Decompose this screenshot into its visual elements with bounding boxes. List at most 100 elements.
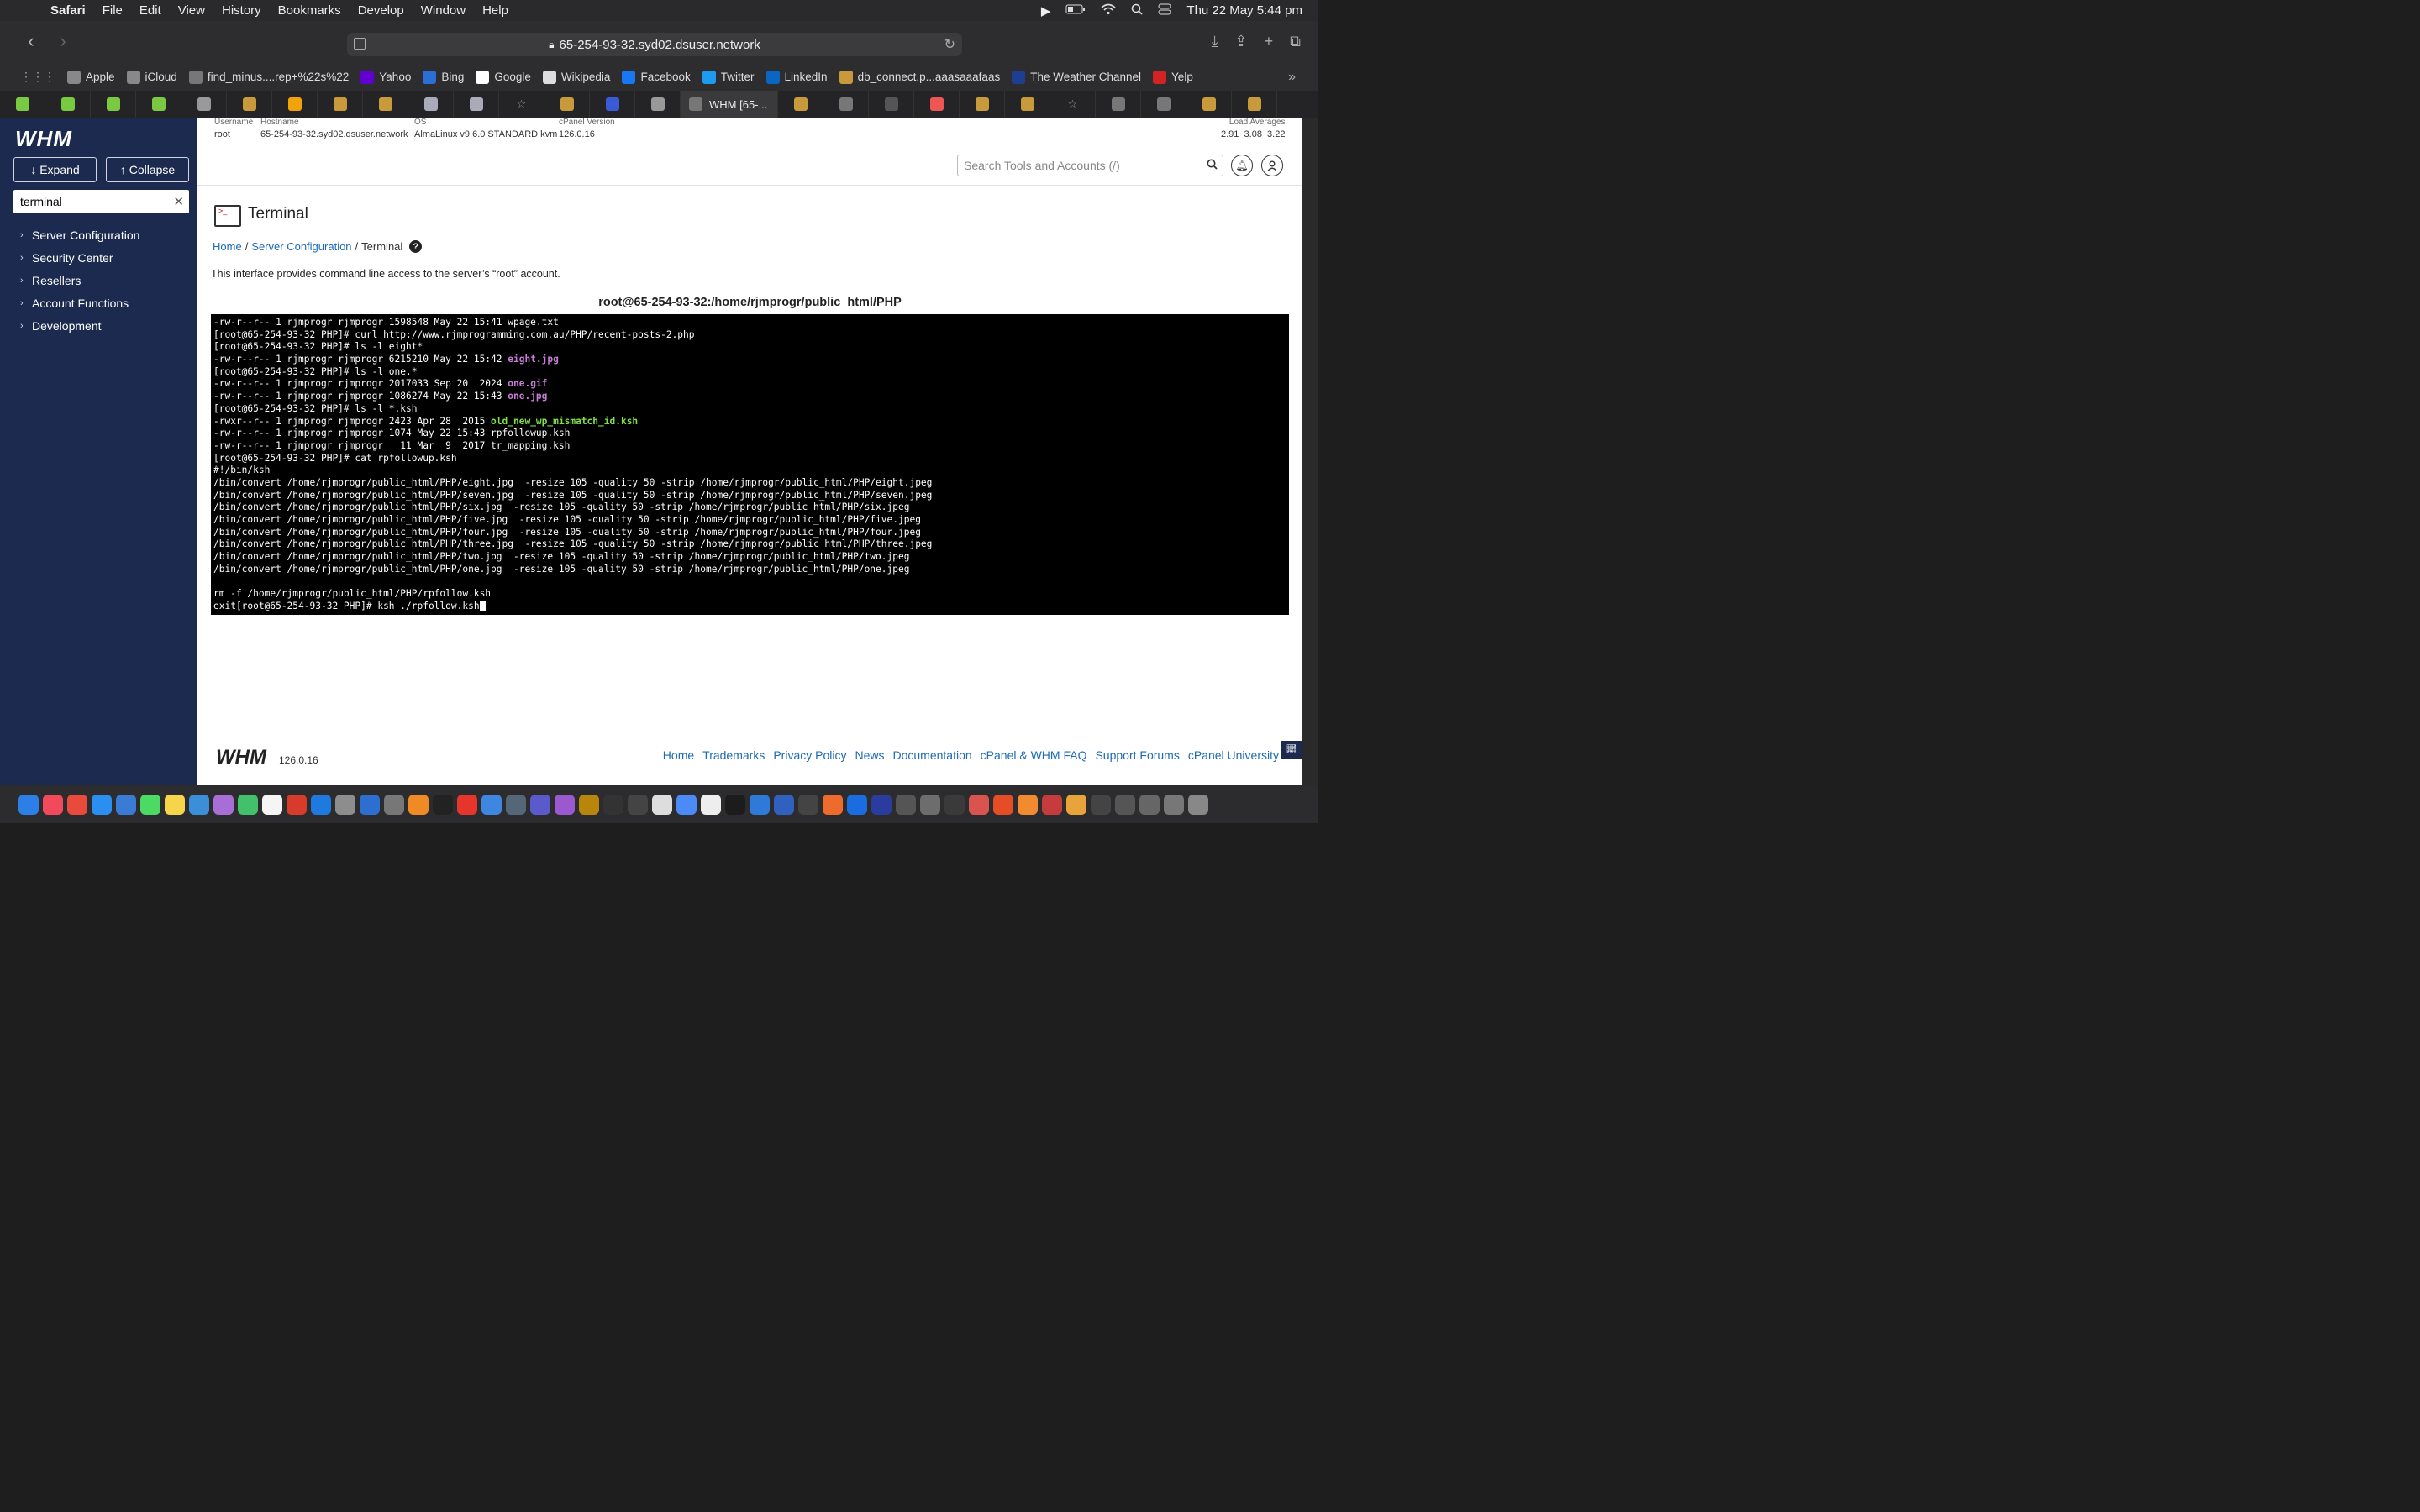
clear-icon[interactable]: ✕ (173, 194, 184, 209)
tab[interactable]: ☆ (1050, 91, 1096, 118)
footer-link-5[interactable]: cPanel & WHM FAQ (981, 748, 1087, 762)
bookmark-4[interactable]: Bing (423, 70, 464, 84)
dock-app-icon[interactable] (18, 794, 39, 815)
bookmark-7[interactable]: Facebook (622, 70, 691, 84)
menu-history[interactable]: History (222, 3, 261, 18)
new-tab-icon[interactable]: + (1265, 33, 1274, 50)
menu-help[interactable]: Help (482, 3, 508, 18)
dock-app-icon[interactable] (823, 794, 843, 815)
bookmark-5[interactable]: Google (476, 70, 531, 84)
bookmark-3[interactable]: Yahoo (360, 70, 411, 84)
help-icon[interactable]: ? (409, 240, 423, 253)
dock-app-icon[interactable] (1018, 794, 1038, 815)
tab[interactable] (454, 91, 499, 118)
tab[interactable] (590, 91, 635, 118)
tab[interactable] (914, 91, 960, 118)
bookmark-11[interactable]: The Weather Channel (1012, 70, 1141, 84)
menu-file[interactable]: File (103, 3, 123, 18)
breadcrumb-home[interactable]: Home (213, 240, 242, 253)
dock-app-icon[interactable] (579, 794, 599, 815)
menu-window[interactable]: Window (421, 3, 466, 18)
dock-app-icon[interactable] (969, 794, 989, 815)
dock-app-icon[interactable] (116, 794, 136, 815)
bookmark-1[interactable]: iCloud (126, 70, 177, 84)
tab[interactable] (136, 91, 182, 118)
tab[interactable] (408, 91, 454, 118)
footer-link-6[interactable]: Support Forums (1095, 748, 1179, 762)
dock-app-icon[interactable] (798, 794, 818, 815)
wifi-icon[interactable] (1101, 3, 1116, 18)
tab[interactable] (318, 91, 363, 118)
menu-view[interactable]: View (178, 3, 205, 18)
dock-app-icon[interactable] (944, 794, 965, 815)
search-icon[interactable] (1207, 159, 1218, 172)
tab[interactable] (45, 91, 91, 118)
dock-app-icon[interactable] (774, 794, 794, 815)
grid-icon[interactable]: ⋮⋮⋮ (20, 70, 55, 84)
terminal-console[interactable]: -rw-r--r-- 1 rjmprogr rjmprogr 1598548 M… (211, 314, 1289, 615)
footer-link-3[interactable]: News (855, 748, 884, 762)
tab[interactable] (1141, 91, 1186, 118)
dock-app-icon[interactable] (506, 794, 526, 815)
dock-app-icon[interactable] (920, 794, 940, 815)
collapse-button[interactable]: ↑ Collapse (106, 157, 189, 182)
dock-app-icon[interactable] (140, 794, 160, 815)
tab[interactable] (778, 91, 823, 118)
tab[interactable] (869, 91, 914, 118)
dock-app-icon[interactable] (457, 794, 477, 815)
dock-app-icon[interactable] (1115, 794, 1135, 815)
forward-icon[interactable]: › (53, 31, 73, 51)
tab[interactable] (544, 91, 590, 118)
dock-app-icon[interactable] (335, 794, 355, 815)
dock-app-icon[interactable] (896, 794, 916, 815)
bookmark-10[interactable]: db_connect.p...aaasaaafaas (839, 70, 1000, 84)
tab[interactable] (1096, 91, 1141, 118)
dock-app-icon[interactable] (1066, 794, 1086, 815)
dock-app-icon[interactable] (701, 794, 721, 815)
bookmark-8[interactable]: Twitter (702, 70, 755, 84)
dock-app-icon[interactable] (1188, 794, 1208, 815)
bookmark-2[interactable]: find_minus....rep+%22s%22 (188, 70, 349, 84)
share-icon[interactable]: ⇪ (1235, 33, 1248, 50)
tab[interactable] (0, 91, 45, 118)
tab[interactable] (227, 91, 272, 118)
footer-link-4[interactable]: Documentation (892, 748, 971, 762)
stats-chart-icon[interactable]: 📈︎ (1281, 741, 1302, 759)
dock-app-icon[interactable] (165, 794, 185, 815)
footer-link-2[interactable]: Privacy Policy (773, 748, 846, 762)
tab[interactable] (1186, 91, 1232, 118)
downloads-icon[interactable]: ⤓ (1212, 33, 1218, 50)
more-bookmarks-icon[interactable]: » (1288, 70, 1296, 85)
reload-icon[interactable]: ↻ (944, 36, 955, 53)
tab[interactable] (1005, 91, 1050, 118)
tab[interactable] (363, 91, 408, 118)
dock-app-icon[interactable] (725, 794, 745, 815)
menu-develop[interactable]: Develop (358, 3, 404, 18)
dock-app-icon[interactable] (43, 794, 63, 815)
bookmark-6[interactable]: Wikipedia (542, 70, 610, 84)
menu-app-name[interactable]: Safari (50, 3, 86, 18)
page-menu-icon[interactable] (354, 38, 366, 50)
tab[interactable] (182, 91, 227, 118)
dock-app-icon[interactable] (628, 794, 648, 815)
dock-app-icon[interactable] (384, 794, 404, 815)
dock-app-icon[interactable] (408, 794, 429, 815)
dock-app-icon[interactable] (1042, 794, 1062, 815)
sidebar-item-development[interactable]: › Development (0, 314, 197, 337)
bookmark-0[interactable]: Apple (67, 70, 115, 84)
dock-app-icon[interactable] (555, 794, 575, 815)
notifications-bell-icon[interactable]: 🔔︎ (1231, 155, 1253, 176)
dock-app-icon[interactable] (360, 794, 380, 815)
breadcrumb-server-configuration[interactable]: Server Configuration (251, 240, 351, 253)
footer-whm-logo[interactable]: WHM (216, 746, 266, 769)
dock-app-icon[interactable] (1091, 794, 1111, 815)
dock-app-icon[interactable] (238, 794, 258, 815)
sidebar-item-resellers[interactable]: › Resellers (0, 269, 197, 291)
tab[interactable] (91, 91, 136, 118)
sidebar-search-input[interactable] (20, 195, 163, 208)
tab-overview-icon[interactable]: ⧉ (1290, 33, 1301, 50)
expand-button[interactable]: ↓ Expand (13, 157, 97, 182)
bookmark-12[interactable]: Yelp (1153, 70, 1193, 84)
dock-app-icon[interactable] (311, 794, 331, 815)
menu-edit[interactable]: Edit (139, 3, 161, 18)
